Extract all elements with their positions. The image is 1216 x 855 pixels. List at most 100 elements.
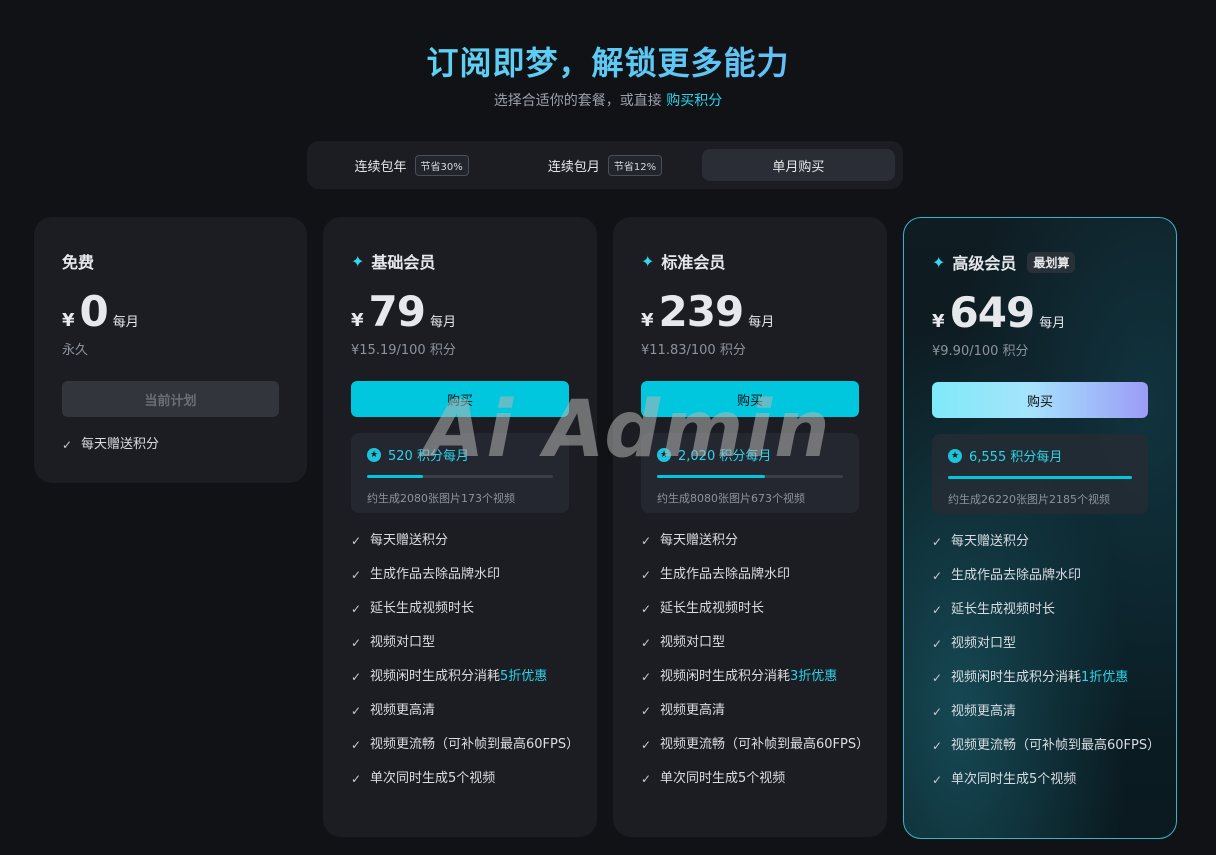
check-icon: ✓ <box>932 705 943 719</box>
feature-text-prefix: 视频闲时生成积分消耗 <box>370 669 501 684</box>
check-icon: ✓ <box>932 603 943 617</box>
plan-card-basic: ✦ 基础会员 ¥ 79 每月 ¥15.19/100 积分 购买 ★ 520 积分… <box>323 217 597 837</box>
plan-name-label: 免费 <box>62 253 95 272</box>
discount-highlight: 5折优惠 <box>500 669 548 684</box>
plan-name: 免费 <box>62 249 94 273</box>
check-icon: ✓ <box>641 636 652 650</box>
check-icon: ✓ <box>932 671 943 685</box>
price-period: 每月 <box>112 315 139 330</box>
credits-amount: 6,555 积分每月 <box>969 450 1063 465</box>
credits-description: 约生成8080张图片673个视频 <box>657 492 805 505</box>
discount-highlight: 1折优惠 <box>1081 670 1129 685</box>
price-amount: 79 <box>368 287 426 336</box>
credits-progress-track <box>948 476 1132 479</box>
plan-name: ✦ 标准会员 <box>641 249 725 273</box>
feature-text: 生成作品去除品牌水印 <box>370 567 501 582</box>
check-icon: ✓ <box>351 636 362 650</box>
tab-yearly[interactable]: 连续包年 节省30% <box>315 149 508 181</box>
check-icon: ✓ <box>641 670 652 684</box>
credits-progress-track <box>367 475 553 478</box>
credits-description: 约生成26220张图片2185个视频 <box>948 493 1110 506</box>
plan-name: ✦ 基础会员 <box>351 249 435 273</box>
buy-premium-button[interactable]: 购买 <box>932 382 1148 418</box>
feature-text-prefix: 视频闲时生成积分消耗 <box>951 670 1082 685</box>
feature-item: ✓ 延长生成视频时长 <box>641 599 867 619</box>
discount-highlight: 3折优惠 <box>790 669 838 684</box>
check-icon: ✓ <box>932 569 943 583</box>
feature-item: ✓ 每天赠送积分 <box>351 531 577 551</box>
feature-text: 每天赠送积分 <box>81 437 160 452</box>
page-subtitle: 选择合适你的套餐，或直接 购买积分 <box>0 90 1216 110</box>
feature-text: 延长生成视频时长 <box>660 601 765 616</box>
feature-text: 每天赠送积分 <box>660 533 739 548</box>
feature-text: 单次同时生成5个视频 <box>370 771 496 786</box>
credits-progress-fill <box>948 476 1132 479</box>
feature-item: ✓ 视频更高清 <box>932 702 1156 722</box>
plan-name-label: 基础会员 <box>371 253 436 272</box>
feature-text: 视频更高清 <box>370 703 436 718</box>
plan-card-standard: ✦ 标准会员 ¥ 239 每月 ¥11.83/100 积分 购买 ★ 2,020… <box>613 217 887 837</box>
price-amount: 649 <box>949 288 1036 337</box>
feature-text: 延长生成视频时长 <box>951 602 1056 617</box>
check-icon: ✓ <box>932 535 943 549</box>
credits-description: 约生成2080张图片173个视频 <box>367 492 515 505</box>
feature-text: 视频闲时生成积分消耗1折优惠 <box>951 668 1128 688</box>
feature-item: ✓ 视频更流畅（可补帧到最高60FPS） <box>932 736 1161 756</box>
buy-standard-button[interactable]: 购买 <box>641 381 859 417</box>
check-icon: ✓ <box>351 772 362 786</box>
tab-monthly-label: 连续包月 <box>547 159 600 175</box>
credits-progress-fill <box>367 475 423 478</box>
buy-credits-link[interactable]: 购买积分 <box>666 93 722 109</box>
price-per-credits: ¥9.90/100 积分 <box>932 344 1029 359</box>
feature-list: ✓ 每天赠送积分 ✓ 生成作品去除品牌水印 ✓ 延长生成视频时长 ✓ 视频对口型 ✓ 视频… <box>932 532 1161 804</box>
price-amount: 0 <box>79 287 109 336</box>
feature-text: 每天赠送积分 <box>370 533 449 548</box>
feature-item: ✓ 每天赠送积分 <box>641 531 867 551</box>
currency-symbol: ¥ <box>62 310 75 331</box>
feature-item: ✓ 延长生成视频时长 <box>932 600 1156 620</box>
credit-coin-icon: ★ <box>657 447 671 462</box>
feature-text: 单次同时生成5个视频 <box>660 771 786 786</box>
plan-name-label: 高级会员 <box>952 254 1017 273</box>
feature-list: ✓ 每天赠送积分 ✓ 生成作品去除品牌水印 ✓ 延长生成视频时长 ✓ 视频对口型 ✓ 视频… <box>351 531 580 803</box>
check-icon: ✓ <box>641 772 652 786</box>
check-icon: ✓ <box>932 773 943 787</box>
credits-box: ★ 2,020 积分每月 约生成8080张图片673个视频 <box>641 433 859 513</box>
credits-box: ★ 520 积分每月 约生成2080张图片173个视频 <box>351 433 569 513</box>
sparkle-icon: ✦ <box>351 251 365 271</box>
feature-item: ✓ 视频闲时生成积分消耗1折优惠 <box>932 668 1156 688</box>
check-icon: ✓ <box>641 534 652 548</box>
feature-text: 视频闲时生成积分消耗3折优惠 <box>660 667 837 687</box>
currency-symbol: ¥ <box>641 310 654 331</box>
check-icon: ✓ <box>351 704 362 718</box>
feature-text: 视频更高清 <box>951 704 1017 719</box>
price-period: 每月 <box>429 315 456 330</box>
plan-card-premium: ✦ 高级会员 最划算 ¥ 649 每月 ¥9.90/100 积分 购买 ★ 6,… <box>903 217 1177 839</box>
price-row: ¥ 79 每月 <box>351 287 456 336</box>
feature-text: 生成作品去除品牌水印 <box>660 567 791 582</box>
feature-text: 每天赠送积分 <box>951 534 1030 549</box>
pricing-page: 订阅即梦，解锁更多能力 选择合适你的套餐，或直接 购买积分 连续包年 节省30%… <box>0 0 1216 855</box>
feature-text: 单次同时生成5个视频 <box>951 772 1077 787</box>
sparkle-icon: ✦ <box>932 252 946 272</box>
feature-item: ✓ 视频对口型 <box>351 633 577 653</box>
feature-text-prefix: 视频闲时生成积分消耗 <box>660 669 791 684</box>
feature-list: ✓ 每天赠送积分 <box>62 435 287 469</box>
feature-item: ✓ 视频更流畅（可补帧到最高60FPS） <box>351 735 580 755</box>
feature-text: 视频对口型 <box>951 636 1017 651</box>
check-icon: ✓ <box>641 568 652 582</box>
feature-text: 视频对口型 <box>660 635 726 650</box>
tab-yearly-label: 连续包年 <box>354 159 407 175</box>
tab-single-month[interactable]: 单月购买 <box>701 149 895 181</box>
buy-basic-button[interactable]: 购买 <box>351 381 569 417</box>
feature-text: 视频更流畅（可补帧到最高60FPS） <box>370 737 580 752</box>
credits-amount: 520 积分每月 <box>388 449 469 464</box>
tab-monthly[interactable]: 连续包月 节省12% <box>508 149 701 181</box>
check-icon: ✓ <box>62 438 73 452</box>
feature-item: ✓ 视频更高清 <box>641 701 867 721</box>
currency-symbol: ¥ <box>351 310 364 331</box>
feature-item: ✓ 生成作品去除品牌水印 <box>351 565 577 585</box>
feature-item: ✓ 视频闲时生成积分消耗5折优惠 <box>351 667 577 687</box>
feature-text: 视频更流畅（可补帧到最高60FPS） <box>660 737 870 752</box>
feature-text: 视频更流畅（可补帧到最高60FPS） <box>951 738 1161 753</box>
